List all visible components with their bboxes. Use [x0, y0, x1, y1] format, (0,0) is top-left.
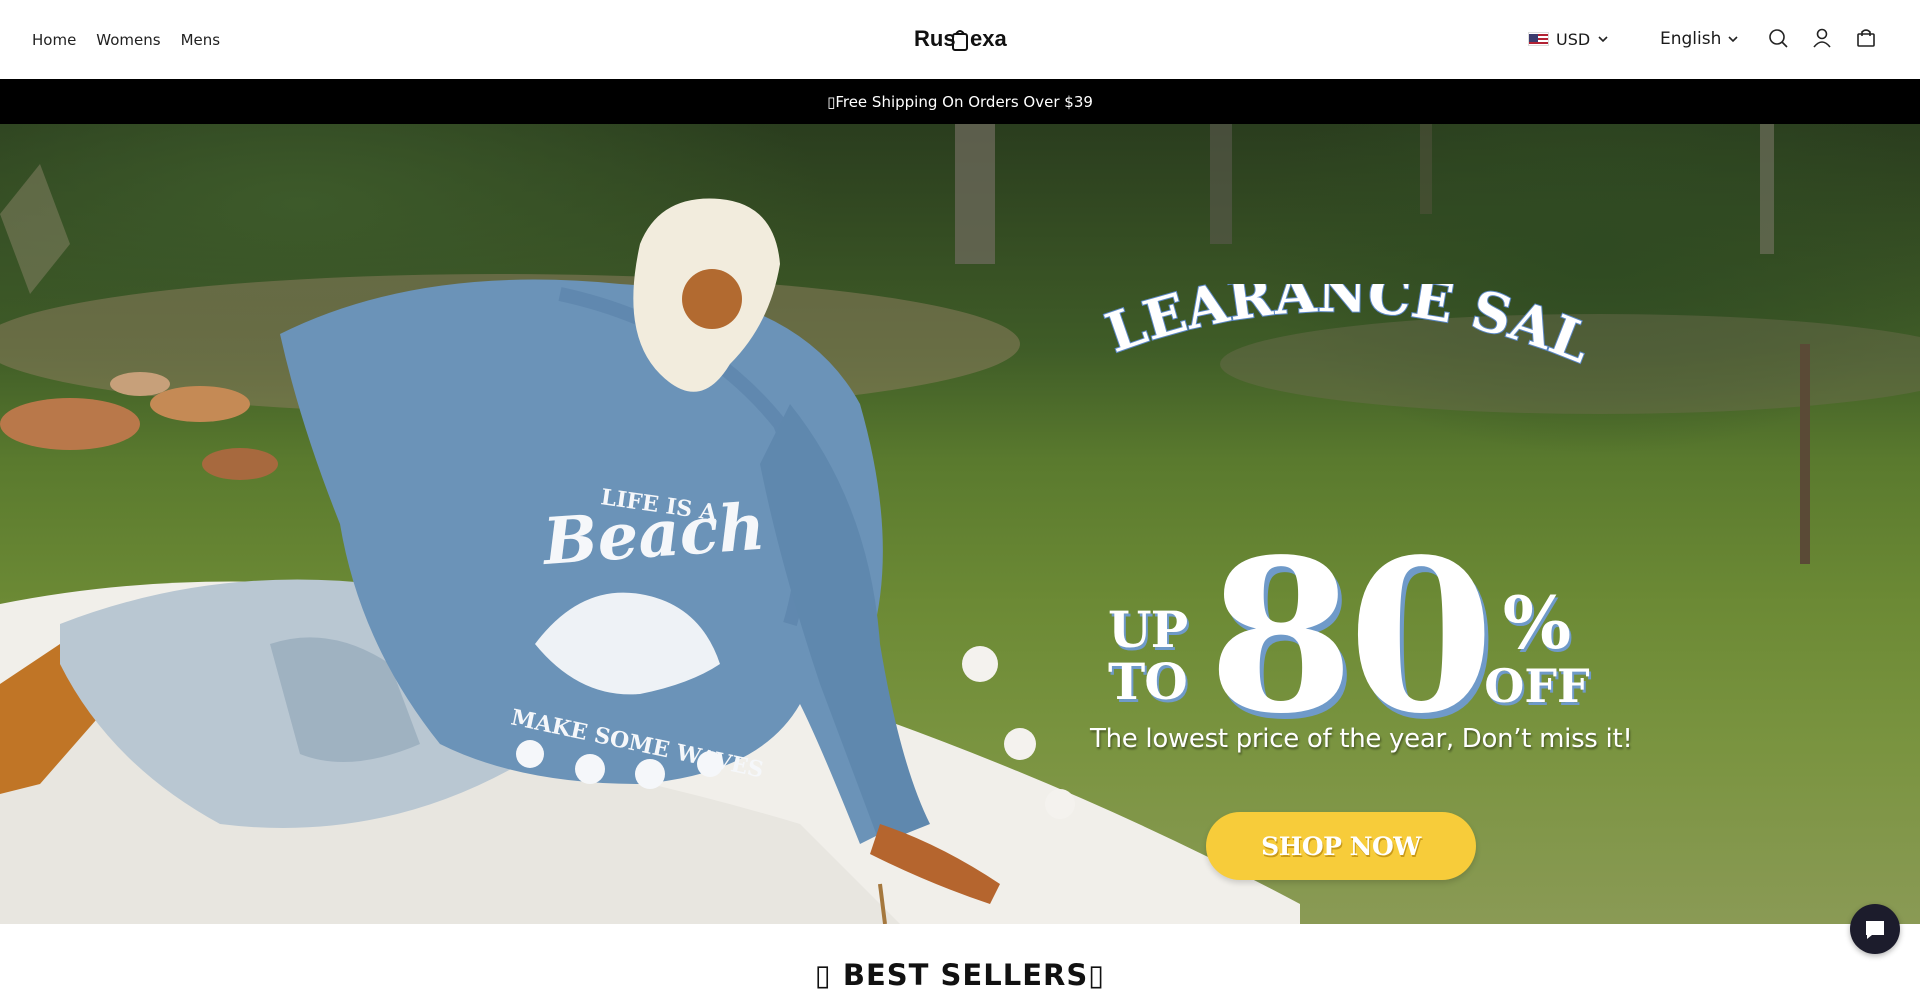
- svg-text:Rus: Rus: [914, 26, 956, 51]
- chat-icon: [1866, 921, 1884, 939]
- hero-tagline: The lowest price of the year, Don’t miss…: [1090, 724, 1633, 754]
- account-icon[interactable]: [1811, 27, 1833, 49]
- cart-icon[interactable]: [1855, 27, 1877, 49]
- announcement-bar: ▯Free Shipping On Orders Over $39: [0, 79, 1920, 124]
- nav-mens[interactable]: Mens: [181, 31, 221, 49]
- percent-off: % OFF: [1482, 580, 1592, 713]
- up-to-line2: TO: [1108, 652, 1188, 711]
- main-nav: Home Womens Mens: [32, 0, 220, 79]
- nav-home[interactable]: Home: [32, 31, 76, 49]
- svg-text:CLEARANCE SALE: CLEARANCE SALE: [1102, 284, 1592, 376]
- announcement-text: ▯Free Shipping On Orders Over $39: [827, 92, 1093, 111]
- chat-button[interactable]: [1850, 904, 1900, 954]
- language-selector[interactable]: English: [1660, 26, 1739, 52]
- clearance-text: CLEARANCE SALE: [1102, 284, 1592, 377]
- currency-label: USD: [1556, 29, 1591, 49]
- search-icon[interactable]: [1767, 27, 1789, 49]
- hero-image: LIFE IS A Beach MAKE SOME WAVES: [0, 124, 1920, 924]
- site-header: Home Womens Mens Rus exa USD English: [0, 0, 1920, 79]
- shop-now-button[interactable]: SHOP NOW: [1206, 812, 1476, 880]
- up-to-line1: UP: [1108, 600, 1188, 659]
- svg-text:Beach: Beach: [539, 490, 767, 580]
- up-to-label: UP TO: [1108, 604, 1208, 708]
- chevron-down-icon: [1598, 36, 1608, 43]
- clearance-headline: CLEARANCE SALE: [1102, 284, 1592, 377]
- language-label: English: [1660, 29, 1722, 49]
- us-flag-icon: [1528, 32, 1549, 46]
- best-sellers-title: ▯ BEST SELLERS▯: [814, 958, 1106, 992]
- nav-womens[interactable]: Womens: [96, 31, 160, 49]
- hero-banner[interactable]: LIFE IS A Beach MAKE SOME WAVES CLEARANC…: [0, 124, 1920, 924]
- brand-logo[interactable]: Rus exa: [914, 24, 1008, 54]
- currency-selector[interactable]: USD: [1528, 26, 1609, 52]
- off-label: OFF: [1484, 659, 1590, 713]
- discount-number: 80: [1208, 513, 1494, 760]
- chevron-down-icon: [1728, 36, 1738, 43]
- percent-sign: %: [1502, 580, 1572, 665]
- svg-text:exa: exa: [970, 26, 1007, 51]
